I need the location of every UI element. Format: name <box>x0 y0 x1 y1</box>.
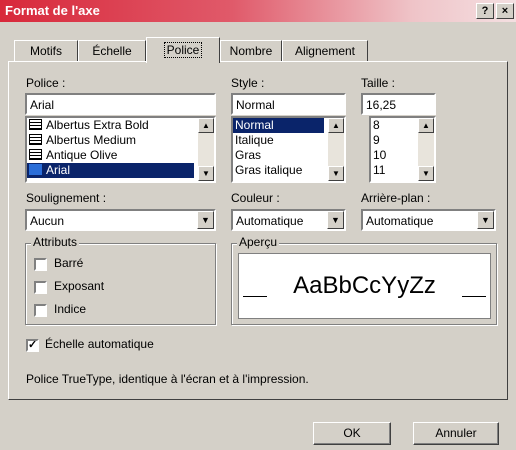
chevron-down-icon[interactable]: ▼ <box>197 211 214 229</box>
preview-title: Aperçu <box>237 235 280 249</box>
size-list-item[interactable]: 10 <box>371 148 414 163</box>
font-scrollbar[interactable]: ▲ ▼ <box>198 118 214 181</box>
tab-police[interactable]: Police <box>146 37 220 63</box>
ok-button[interactable]: OK <box>313 422 391 445</box>
tab-motifs[interactable]: Motifs <box>14 40 78 62</box>
underline-dropdown[interactable]: Aucun ▼ <box>25 209 216 231</box>
style-listbox[interactable]: Normal Italique Gras Gras italique ▲ ▼ <box>231 116 346 183</box>
font-input[interactable]: Arial <box>25 93 216 115</box>
tab-label: Nombre <box>229 44 273 58</box>
style-label: Style : <box>231 76 265 90</box>
underline-label: Soulignement : <box>26 191 107 205</box>
font-list-item[interactable]: Albertus Extra Bold <box>27 118 194 133</box>
checkmark-icon: ✓ <box>28 339 38 351</box>
strikethrough-checkbox[interactable] <box>34 258 47 271</box>
tab-label: Motifs <box>29 44 62 58</box>
style-list-item-selected[interactable]: Normal <box>233 118 324 133</box>
size-scrollbar[interactable]: ▲ ▼ <box>418 118 434 181</box>
font-list-item[interactable]: Antique Olive <box>27 148 194 163</box>
truetype-font-icon <box>29 164 42 175</box>
style-input[interactable]: Normal <box>231 93 346 115</box>
underline-value: Aucun <box>30 214 65 228</box>
scroll-up-icon[interactable]: ▲ <box>328 118 344 133</box>
scroll-up-icon[interactable]: ▲ <box>198 118 214 133</box>
tab-label: Alignement <box>294 44 356 58</box>
tab-label: Échelle <box>92 44 132 58</box>
color-label: Couleur : <box>231 191 280 205</box>
color-dropdown[interactable]: Automatique ▼ <box>231 209 346 231</box>
font-listbox[interactable]: Albertus Extra Bold Albertus Medium Anti… <box>25 116 216 183</box>
tab-nombre[interactable]: Nombre <box>220 40 282 62</box>
help-button[interactable]: ? <box>476 3 494 19</box>
font-list-item[interactable]: Albertus Medium <box>27 133 194 148</box>
font-item-label: Antique Olive <box>46 148 118 162</box>
style-list-item[interactable]: Gras <box>233 148 324 163</box>
size-listbox[interactable]: 8 9 10 11 ▲ ▼ <box>369 116 436 183</box>
auto-scale-checkbox[interactable]: ✓ <box>26 339 39 352</box>
tab-echelle[interactable]: Échelle <box>78 40 146 62</box>
size-label: Taille : <box>361 76 396 90</box>
color-value: Automatique <box>236 214 304 228</box>
style-list-item[interactable]: Gras italique <box>233 163 324 178</box>
cancel-button[interactable]: Annuler <box>413 422 499 445</box>
printer-font-icon <box>29 119 42 130</box>
scroll-up-icon[interactable]: ▲ <box>418 118 434 133</box>
superscript-label: Exposant <box>54 279 105 293</box>
auto-scale-label: Échelle automatique <box>45 337 154 351</box>
font-item-label: Arial <box>46 163 71 177</box>
subscript-label: Indice <box>54 302 87 316</box>
close-button[interactable]: × <box>496 3 514 19</box>
preview-box: AaBbCcYyZz <box>238 253 491 319</box>
background-dropdown[interactable]: Automatique ▼ <box>361 209 496 231</box>
style-scrollbar[interactable]: ▲ ▼ <box>328 118 344 181</box>
style-list-item[interactable]: Italique <box>233 133 324 148</box>
strikethrough-label: Barré <box>54 256 84 270</box>
scroll-down-icon[interactable]: ▼ <box>418 166 434 181</box>
attributes-title: Attributs <box>31 235 80 249</box>
size-list-item[interactable]: 11 <box>371 163 414 178</box>
superscript-checkbox[interactable] <box>34 281 47 294</box>
font-info-text: Police TrueType, identique à l'écran et … <box>26 372 309 386</box>
printer-font-icon <box>29 134 42 145</box>
font-label: Police : <box>26 76 66 90</box>
chevron-down-icon[interactable]: ▼ <box>327 211 344 229</box>
size-list-item[interactable]: 8 <box>371 118 414 133</box>
window-title: Format de l'axe <box>5 3 100 18</box>
background-label: Arrière-plan : <box>361 191 431 205</box>
font-item-label: Albertus Extra Bold <box>46 118 149 132</box>
tab-alignement[interactable]: Alignement <box>282 40 368 62</box>
scroll-down-icon[interactable]: ▼ <box>198 166 214 181</box>
scroll-down-icon[interactable]: ▼ <box>328 166 344 181</box>
chevron-down-icon[interactable]: ▼ <box>477 211 494 229</box>
subscript-checkbox[interactable] <box>34 304 47 317</box>
preview-sample: AaBbCcYyZz <box>293 272 436 299</box>
tab-label: Police <box>163 42 203 58</box>
background-value: Automatique <box>366 214 434 228</box>
size-input[interactable]: 16,25 <box>361 93 436 115</box>
size-list-item[interactable]: 9 <box>371 133 414 148</box>
font-item-label: Albertus Medium <box>46 133 137 147</box>
font-list-item-selected[interactable]: Arial <box>27 163 194 178</box>
printer-font-icon <box>29 149 42 160</box>
